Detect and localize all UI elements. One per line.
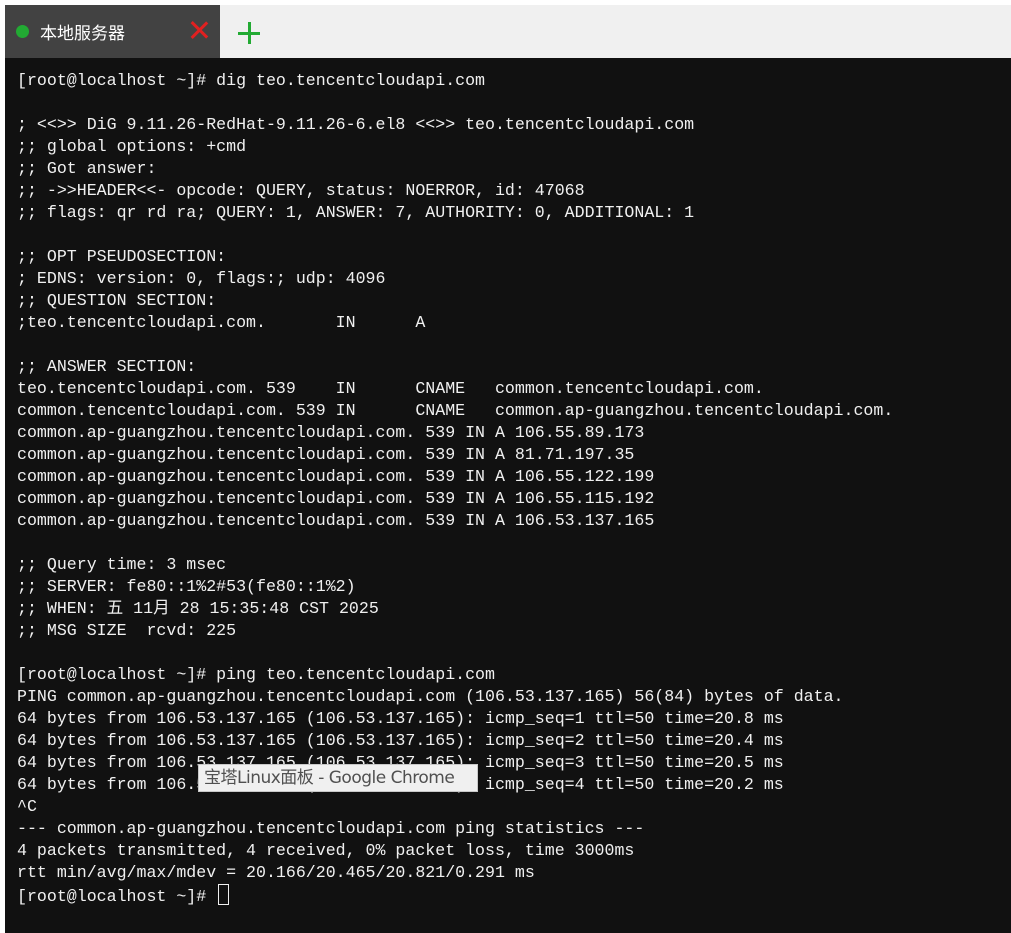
- terminal-line: ; <<>> DiG 9.11.26-RedHat-9.11.26-6.el8 …: [17, 115, 695, 134]
- terminal-line: common.ap-guangzhou.tencentcloudapi.com.…: [17, 489, 655, 508]
- terminal-line: ;; OPT PSEUDOSECTION:: [17, 247, 227, 266]
- tab-label: 本地服务器: [40, 24, 125, 44]
- terminal-line: rtt min/avg/max/mdev = 20.166/20.465/20.…: [17, 863, 535, 882]
- terminal-line: ;; ->>HEADER<<- opcode: QUERY, status: N…: [17, 181, 585, 200]
- terminal-line: ;; QUESTION SECTION:: [17, 291, 217, 310]
- terminal-line: ;; MSG SIZE rcvd: 225: [17, 621, 237, 640]
- cursor: [218, 884, 230, 905]
- terminal-line: common.ap-guangzhou.tencentcloudapi.com.…: [17, 467, 655, 486]
- terminal-line: common.ap-guangzhou.tencentcloudapi.com.…: [17, 445, 635, 464]
- terminal-line: ^C: [17, 797, 37, 816]
- terminal-line: ;teo.tencentcloudapi.com. IN A: [17, 313, 426, 332]
- green-dot-icon: [16, 25, 29, 38]
- terminal-line: ;; Got answer:: [17, 159, 157, 178]
- terminal-line: ;; ANSWER SECTION:: [17, 357, 197, 376]
- close-icon[interactable]: [188, 19, 210, 41]
- tab-local-server[interactable]: 本地服务器: [5, 5, 220, 58]
- terminal-line: common.ap-guangzhou.tencentcloudapi.com.…: [17, 423, 645, 442]
- terminal-line: 64 bytes from 106.53.137.165 (106.53.137…: [17, 731, 784, 750]
- terminal-line: common.tencentcloudapi.com. 539 IN CNAME…: [17, 401, 894, 420]
- terminal-line: common.ap-guangzhou.tencentcloudapi.com.…: [17, 511, 655, 530]
- terminal-line: ;; Query time: 3 msec: [17, 555, 227, 574]
- terminal-line: 64 bytes from 106.53.137.165 (106.53.137…: [17, 709, 784, 728]
- terminal-line: [root@localhost ~]# ping teo.tencentclou…: [17, 665, 495, 684]
- terminal-line: [root@localhost ~]# dig teo.tencentcloud…: [17, 71, 486, 90]
- terminal-line: PING common.ap-guangzhou.tencentcloudapi…: [17, 687, 844, 706]
- terminal-line: ;; WHEN: 五 11月 28 15:35:48 CST 2025: [17, 599, 379, 618]
- terminal-line: ;; SERVER: fe80::1%2#53(fe80::1%2): [17, 577, 356, 596]
- prompt: [root@localhost ~]#: [17, 887, 217, 906]
- tab-bar: 本地服务器: [5, 5, 1011, 58]
- tooltip: 宝塔Linux面板 - Google Chrome: [198, 764, 478, 792]
- terminal[interactable]: [root@localhost ~]# dig teo.tencentcloud…: [5, 58, 1011, 933]
- terminal-line: --- common.ap-guangzhou.tencentcloudapi.…: [17, 819, 645, 838]
- terminal-line: 4 packets transmitted, 4 received, 0% pa…: [17, 841, 635, 860]
- terminal-line: ; EDNS: version: 0, flags:; udp: 4096: [17, 269, 386, 288]
- plus-icon[interactable]: [238, 22, 260, 44]
- terminal-line: ;; flags: qr rd ra; QUERY: 1, ANSWER: 7,…: [17, 203, 695, 222]
- terminal-line: teo.tencentcloudapi.com. 539 IN CNAME co…: [17, 379, 764, 398]
- prompt-line: [root@localhost ~]#: [17, 884, 893, 906]
- terminal-line: ;; global options: +cmd: [17, 137, 247, 156]
